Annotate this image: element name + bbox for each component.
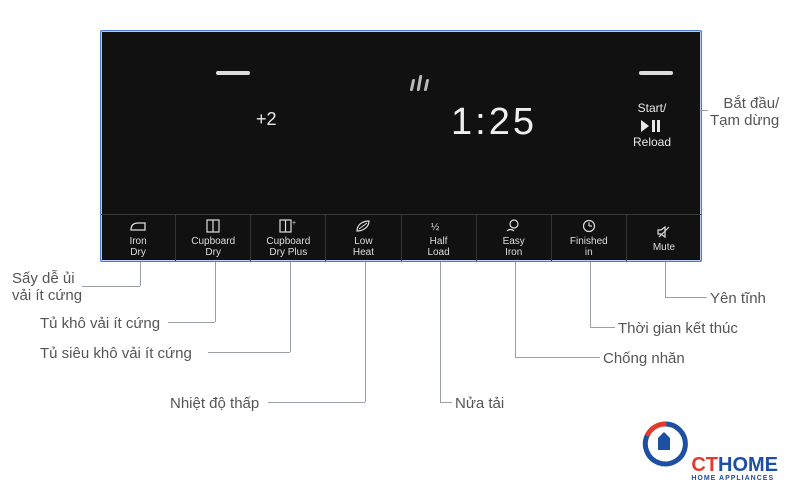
time-value: 1:25 bbox=[451, 101, 537, 143]
callout-cupboard-dry: Tủ khô vải ít cứng bbox=[40, 315, 160, 332]
btn-easy-iron[interactable]: Easy Iron bbox=[477, 215, 552, 261]
start-pause-block[interactable]: Start/ Reload bbox=[617, 101, 687, 150]
leader bbox=[665, 297, 707, 298]
leader bbox=[215, 262, 216, 322]
display-area: +2 1:25 Start/ Reload bbox=[101, 31, 701, 215]
logo-subtext: HOME APPLIANCES bbox=[691, 475, 778, 482]
svg-text:+: + bbox=[292, 220, 296, 227]
btn-label: Half Load bbox=[427, 236, 449, 258]
btn-label: Finished in bbox=[570, 236, 608, 258]
leader bbox=[268, 402, 365, 403]
callout-easy-iron: Chống nhăn bbox=[603, 350, 685, 367]
cupboard-icon bbox=[206, 218, 220, 234]
callout-iron-dry: Sấy dễ ủi vải ít cứng bbox=[12, 270, 82, 304]
play-pause-icon bbox=[617, 118, 687, 133]
diagram-stage: CTHOME HOME APPLIANCES +2 1:25 Start/ bbox=[0, 0, 800, 500]
leaf-icon bbox=[355, 218, 371, 234]
brand-logo: CTHOME HOME APPLIANCES bbox=[691, 454, 778, 482]
callout-cupboard-dry-plus: Tủ siêu khô vải ít cứng bbox=[40, 345, 192, 362]
leader bbox=[82, 286, 140, 287]
leader bbox=[590, 262, 591, 327]
svg-text:½: ½ bbox=[431, 222, 440, 233]
start-label: Start/ bbox=[617, 101, 687, 116]
btn-label: Mute bbox=[653, 242, 675, 253]
leader bbox=[365, 262, 366, 402]
btn-label: Cupboard Dry bbox=[191, 236, 235, 258]
callout-half-load: Nửa tải bbox=[455, 395, 504, 412]
callout-start-pause: Bắt đầu/ Tạm dừng bbox=[710, 95, 779, 129]
control-panel: +2 1:25 Start/ Reload bbox=[100, 30, 702, 262]
callout-finished-in: Thời gian kết thúc bbox=[618, 320, 738, 337]
reload-label: Reload bbox=[617, 135, 687, 150]
leader bbox=[515, 262, 516, 357]
leader bbox=[140, 262, 141, 286]
leader bbox=[290, 262, 291, 352]
minus-indicator-left bbox=[216, 71, 250, 75]
mute-icon bbox=[656, 224, 672, 240]
button-row: Iron Dry Cupboard Dry + Cupboard Dry Plu… bbox=[101, 215, 701, 261]
btn-iron-dry[interactable]: Iron Dry bbox=[101, 215, 176, 261]
leader bbox=[440, 402, 452, 403]
leader bbox=[590, 327, 615, 328]
clock-icon bbox=[582, 218, 596, 234]
btn-cupboard-dry[interactable]: Cupboard Dry bbox=[176, 215, 251, 261]
callout-low-heat: Nhiệt độ thấp bbox=[170, 395, 259, 412]
leader bbox=[700, 110, 708, 111]
btn-low-heat[interactable]: Low Heat bbox=[326, 215, 401, 261]
leader bbox=[440, 262, 441, 402]
minus-indicator-right bbox=[639, 71, 673, 75]
btn-cupboard-dry-plus[interactable]: + Cupboard Dry Plus bbox=[251, 215, 326, 261]
leader bbox=[515, 357, 600, 358]
easy-iron-icon bbox=[505, 218, 523, 234]
logo-swirl-icon bbox=[640, 420, 688, 468]
btn-finished-in[interactable]: Finished in bbox=[552, 215, 627, 261]
iron-icon bbox=[129, 218, 147, 234]
logo-text-right: HOME bbox=[718, 454, 778, 476]
heat-indicator-icon bbox=[411, 73, 431, 91]
cupboard-plus-icon: + bbox=[279, 218, 297, 234]
leader bbox=[665, 262, 666, 297]
callout-mute: Yên tĩnh bbox=[710, 290, 766, 307]
half-load-icon: ½ bbox=[431, 218, 447, 234]
btn-mute[interactable]: Mute bbox=[627, 215, 701, 261]
leader bbox=[208, 352, 290, 353]
btn-label: Low Heat bbox=[353, 236, 374, 258]
btn-label: Cupboard Dry Plus bbox=[266, 236, 310, 258]
logo-text-left: CT bbox=[691, 454, 718, 476]
leader bbox=[168, 322, 215, 323]
dry-level-adjust: +2 bbox=[256, 109, 277, 130]
btn-label: Easy Iron bbox=[503, 236, 525, 258]
btn-half-load[interactable]: ½ Half Load bbox=[402, 215, 477, 261]
time-remaining: 1:25 bbox=[451, 101, 537, 144]
btn-label: Iron Dry bbox=[129, 236, 146, 258]
